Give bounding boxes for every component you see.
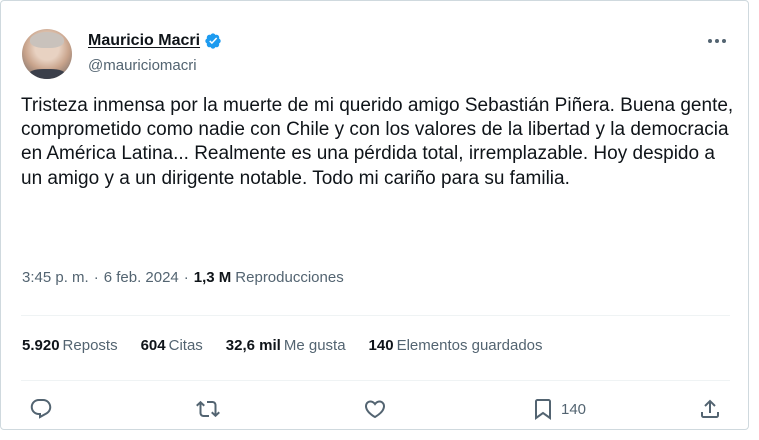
likes-label: Me gusta [283, 337, 346, 354]
bookmark-button[interactable]: 140 [531, 395, 586, 423]
repost-icon [196, 400, 220, 418]
likes-stat[interactable]: 32,6 mil Me gusta [226, 337, 346, 354]
more-icon[interactable] [704, 31, 730, 51]
reposts-stat[interactable]: 5.920 Reposts [22, 337, 118, 354]
views-label: Reproducciones [235, 269, 344, 286]
tweet-text: Tristeza inmensa por la muerte de mi que… [21, 95, 734, 189]
divider [21, 380, 730, 381]
action-bar: 140 [1, 391, 750, 427]
repost-button[interactable] [196, 395, 220, 423]
tweet-card: Mauricio Macri @mauriciomacri Tristeza i… [0, 0, 749, 430]
views-count: 1,3 M [193, 269, 232, 286]
quotes-stat[interactable]: 604 Citas [141, 337, 203, 354]
meta-separator: · [183, 269, 189, 286]
quotes-label: Citas [168, 337, 203, 354]
bookmark-count: 140 [561, 400, 587, 418]
like-icon [364, 400, 386, 419]
bookmarks-stat[interactable]: 140 Elementos guardados [369, 337, 543, 354]
tweet-stats: 5.920 Reposts 604 Citas 32,6 mil Me gusta 1… [22, 337, 566, 354]
author-name[interactable]: Mauricio Macri [88, 32, 200, 50]
reply-icon [30, 399, 52, 419]
divider [21, 315, 730, 316]
quotes-count: 604 [140, 337, 166, 354]
avatar-shirt [28, 69, 66, 79]
share-button[interactable] [698, 395, 722, 423]
likes-count: 32,6 mil [225, 337, 281, 354]
author-handle[interactable]: @mauriciomacri [88, 57, 197, 74]
reposts-label: Reposts [62, 337, 118, 354]
avatar-hair [30, 32, 64, 48]
like-button[interactable] [363, 395, 387, 423]
avatar[interactable] [22, 29, 72, 79]
bookmark-icon [535, 399, 551, 420]
meta-separator: · [93, 269, 99, 286]
bookmarks-count: 140 [368, 337, 394, 354]
reposts-count: 5.920 [22, 337, 60, 354]
tweet-meta: 3:45 p. m. · 6 feb. 2024 · 1,3 M Reprodu… [22, 269, 344, 286]
verified-badge-icon [205, 33, 221, 49]
bookmarks-label: Elementos guardados [396, 337, 543, 354]
tweet-time[interactable]: 3:45 p. m. [22, 269, 89, 286]
tweet-date[interactable]: 6 feb. 2024 [104, 269, 179, 286]
share-icon [701, 399, 719, 418]
author-name-row: Mauricio Macri [88, 32, 222, 50]
reply-button[interactable] [29, 395, 53, 423]
